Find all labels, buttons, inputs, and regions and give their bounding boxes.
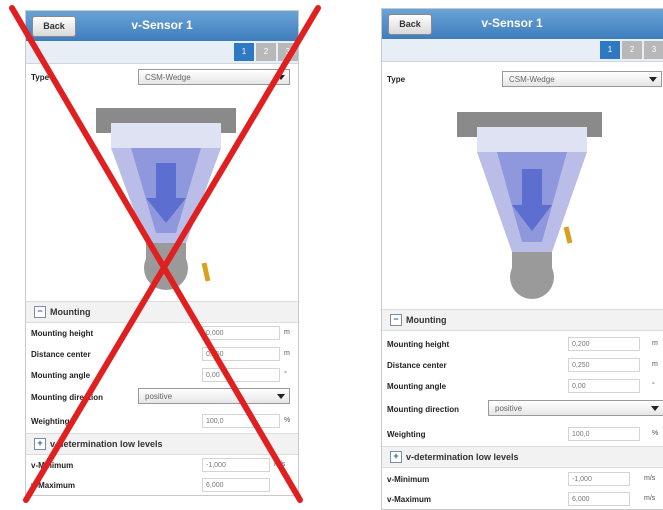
v-determination-section[interactable]: + v-determination low levels (382, 446, 663, 468)
mounting-direction-value: positive (495, 404, 523, 413)
v-minimum-unit: m/s (644, 475, 656, 482)
mounting-direction-row: Mounting direction positive (382, 399, 663, 419)
collapse-minus-icon[interactable]: − (390, 314, 402, 326)
type-label: Type (387, 75, 406, 84)
page-tabs: 1 2 3 (382, 39, 663, 62)
mounting-angle-field[interactable]: 0,00 (568, 379, 640, 393)
mounting-angle-unit: ° (652, 382, 655, 389)
page-tab-1[interactable]: 1 (600, 41, 620, 59)
mounting-height-field[interactable]: 0,200 (568, 337, 640, 351)
page-tab-3[interactable]: 3 (644, 41, 663, 59)
weighting-row: Weighting 100,0 % (382, 424, 663, 444)
mounting-angle-row: Mounting angle 0,00 ° (382, 376, 663, 396)
chevron-down-icon (651, 406, 659, 411)
right-panel: Back v-Sensor 1 1 2 3 Type CSM-Wedge − M… (381, 8, 663, 510)
back-button[interactable]: Back (388, 14, 432, 35)
type-select[interactable]: CSM-Wedge (502, 71, 662, 87)
mounting-direction-select[interactable]: positive (488, 400, 663, 416)
v-maximum-label: v-Maximum (387, 495, 432, 504)
weighting-field[interactable]: 100,0 (568, 427, 640, 441)
expand-plus-icon[interactable]: + (390, 451, 402, 463)
mounting-height-label: Mounting height (387, 340, 450, 349)
v-maximum-unit: m/s (644, 495, 656, 502)
chevron-down-icon (649, 77, 657, 82)
weighting-label: Weighting (387, 430, 426, 439)
distance-center-label: Distance center (387, 361, 447, 370)
type-value: CSM-Wedge (509, 75, 555, 84)
v-minimum-field[interactable]: -1,000 (568, 472, 630, 486)
title-bar: Back v-Sensor 1 (382, 9, 663, 39)
type-row: Type CSM-Wedge (382, 69, 663, 89)
distance-center-field[interactable]: 0,250 (568, 358, 640, 372)
v-maximum-row: v-Maximum 6,000 m/s (382, 489, 663, 509)
v-minimum-label: v-Minimum (387, 475, 430, 484)
v-maximum-field[interactable]: 6,000 (568, 492, 630, 506)
channel-diagram (457, 112, 602, 299)
page-title: v-Sensor 1 (481, 16, 543, 30)
mounting-direction-label: Mounting direction (387, 405, 459, 414)
v-minimum-row: v-Minimum -1,000 m/s (382, 469, 663, 489)
v-determination-title: v-determination low levels (406, 452, 519, 462)
page-tab-2[interactable]: 2 (622, 41, 642, 59)
mounting-section[interactable]: − Mounting (382, 309, 663, 331)
weighting-unit: % (652, 430, 659, 437)
distance-center-row: Distance center 0,250 m (382, 355, 663, 375)
distance-center-unit: m (652, 361, 658, 368)
mounting-height-row: Mounting height 0,200 m (382, 334, 663, 354)
mounting-section-title: Mounting (406, 315, 447, 325)
mounting-height-unit: m (652, 340, 658, 347)
mounting-angle-label: Mounting angle (387, 382, 447, 391)
